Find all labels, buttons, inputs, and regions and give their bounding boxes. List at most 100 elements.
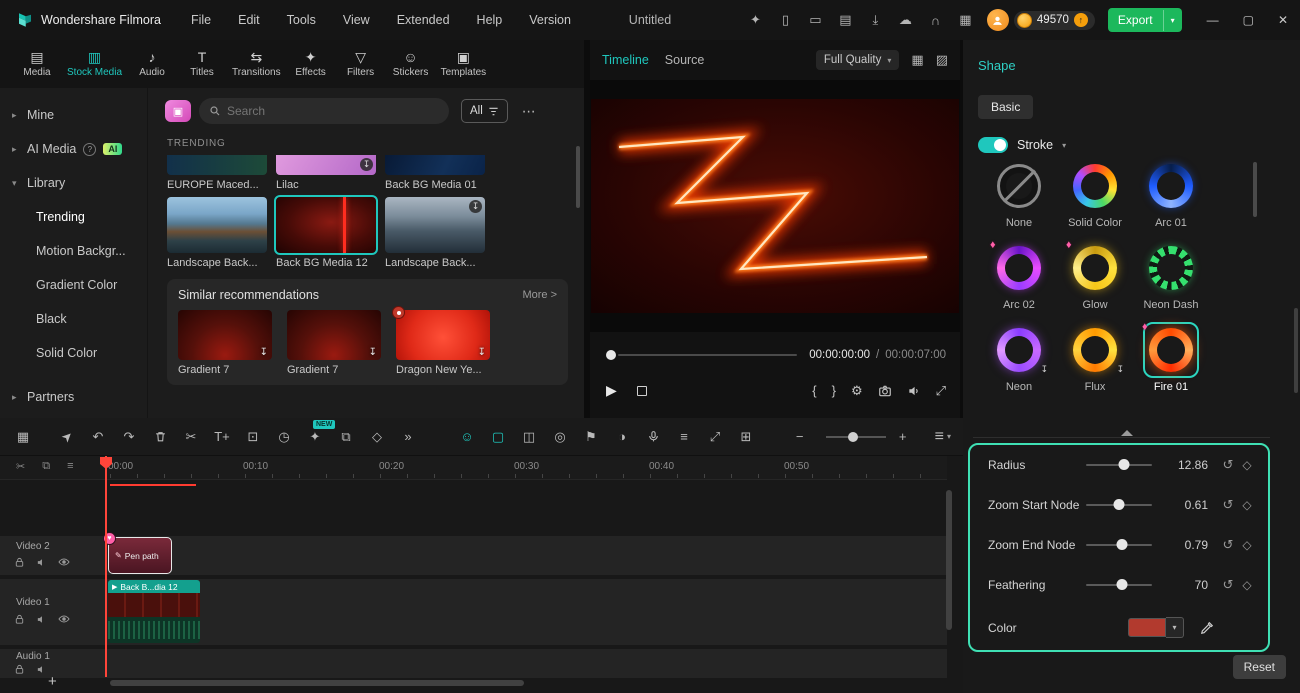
keyframe-diamond-icon[interactable]: ◇ (1238, 458, 1256, 472)
slider-knob[interactable] (1116, 579, 1128, 590)
export-button[interactable]: Export ▾ (1107, 8, 1182, 32)
tab-stock-media[interactable]: ▥ Stock Media (62, 40, 127, 88)
hide-track-icon[interactable] (58, 556, 70, 568)
preview-viewport[interactable] (590, 80, 960, 332)
track-manager-icon[interactable]: ≡ ▾ (935, 428, 951, 446)
keyboard-shortcuts-icon[interactable]: ▤ (837, 12, 854, 28)
download-icon[interactable]: ↧ (360, 158, 373, 171)
stroke-preset-solid-color[interactable]: Solid Color (1057, 158, 1133, 229)
zoom-in-icon[interactable]: + (892, 426, 914, 448)
panel-scrollbar[interactable] (1294, 308, 1298, 393)
save-project-icon[interactable]: ⤓ (867, 12, 884, 28)
screen-recorder-icon[interactable]: ▭ (807, 12, 824, 28)
stock-item-landscape-2[interactable]: ↧ Landscape Back... (385, 197, 485, 269)
transform-icon[interactable]: ⤢ (704, 426, 726, 448)
split-clip-icon[interactable]: ◫ (518, 426, 540, 448)
media-scrollbar[interactable] (576, 146, 580, 208)
topup-arrow-icon[interactable]: ↑ (1073, 13, 1088, 27)
lock-icon[interactable] (14, 557, 25, 568)
timeline-ruler[interactable]: 00:00 00:10 00:20 00:30 00:40 00:50 (0, 456, 947, 480)
download-icon[interactable]: ↧ (469, 200, 482, 213)
more-tools-icon[interactable]: » (397, 426, 419, 448)
mute-icon[interactable] (36, 614, 47, 625)
zoom-end-value[interactable]: 0.79 (1164, 538, 1208, 552)
playback-settings-icon[interactable]: ⚙ (851, 383, 863, 399)
mute-icon[interactable] (36, 557, 47, 568)
menu-version[interactable]: Version (529, 13, 571, 27)
tab-audio[interactable]: ♪ Audio (127, 40, 177, 88)
stock-item-europe[interactable]: EUROPE Maced... (167, 155, 267, 191)
similar-item-gradient7-a[interactable]: ↧ Gradient 7 (178, 310, 278, 376)
tab-titles[interactable]: T Titles (177, 40, 227, 88)
add-track-button[interactable]: + (48, 673, 57, 690)
undo-icon[interactable]: ↶ (87, 426, 109, 448)
stroke-toggle[interactable] (978, 137, 1008, 153)
playhead-knob[interactable] (606, 350, 616, 360)
audio-mixer-icon[interactable]: ≡ (673, 426, 695, 448)
scopes-icon[interactable]: ▨ (936, 52, 948, 68)
keyframe-diamond-icon[interactable]: ◇ (1238, 538, 1256, 552)
crop-icon[interactable]: ⊡ (242, 426, 264, 448)
tab-transitions[interactable]: ⇆ Transitions (227, 40, 286, 88)
slider-knob[interactable] (1113, 499, 1125, 510)
reset-property-icon[interactable]: ↺ (1218, 457, 1238, 473)
play-icon[interactable]: ▶ (606, 382, 617, 399)
emoji-reaction-icon[interactable]: ☺ (456, 426, 478, 448)
mobile-transfer-icon[interactable]: ▯ (777, 12, 794, 28)
auto-reframe-icon[interactable]: ⊞ (735, 426, 757, 448)
delete-icon[interactable] (149, 426, 171, 448)
sidebar-item-library[interactable]: ▾ Library (0, 166, 147, 200)
sidebar-item-black[interactable]: Black (0, 302, 147, 336)
quality-dropdown[interactable]: Full Quality ▾ (815, 50, 900, 70)
zoom-slider-knob[interactable] (848, 431, 859, 442)
stroke-preset-flux[interactable]: ↧ Flux (1057, 322, 1133, 393)
mark-in-icon[interactable]: { (812, 383, 816, 398)
tab-filters[interactable]: ▽ Filters (336, 40, 386, 88)
collapse-caret-icon[interactable] (1121, 430, 1133, 436)
voiceover-mic-icon[interactable] (642, 426, 664, 448)
cloud-backup-icon[interactable]: ☁ (897, 12, 914, 28)
stop-icon[interactable] (636, 385, 647, 396)
zoom-start-slider[interactable] (1086, 499, 1152, 510)
tab-effects[interactable]: ✦ Effects (286, 40, 336, 88)
keyframe-diamond-icon[interactable]: ◇ (1238, 498, 1256, 512)
reset-button[interactable]: Reset (1232, 655, 1286, 679)
zoom-start-value[interactable]: 0.61 (1164, 498, 1208, 512)
stroke-preset-none[interactable]: None (981, 158, 1057, 229)
stroke-preset-arc-01[interactable]: Arc 01 (1133, 158, 1209, 229)
tab-templates[interactable]: ▣ Templates (436, 40, 492, 88)
add-text-icon[interactable]: T+ (211, 426, 233, 448)
similar-item-dragon[interactable]: ↧ Dragon New Ye... (392, 306, 496, 376)
multi-view-icon[interactable]: ▦ (911, 52, 923, 68)
tab-source-preview[interactable]: Source (665, 53, 705, 67)
sidebar-item-gradient-color[interactable]: Gradient Color (0, 268, 147, 302)
feathering-slider[interactable] (1086, 579, 1152, 590)
mute-icon[interactable] (36, 664, 47, 675)
link-clips-icon[interactable]: ⧉ (42, 460, 50, 473)
search-input[interactable] (227, 104, 439, 118)
menu-help[interactable]: Help (477, 13, 503, 27)
menu-extended[interactable]: Extended (397, 13, 450, 27)
track-audio-1[interactable]: Audio 1 (0, 649, 947, 678)
sidebar-item-solid-color[interactable]: Solid Color (0, 336, 147, 370)
timeline-playhead[interactable] (105, 456, 107, 677)
mask-icon[interactable]: ◑ (611, 426, 633, 448)
stock-item-back-bg-01[interactable]: Back BG Media 01 (385, 155, 485, 191)
menu-tools[interactable]: Tools (287, 13, 316, 27)
export-dropdown-icon[interactable]: ▾ (1162, 9, 1182, 31)
search-box[interactable] (199, 98, 449, 124)
clip-back-bg-media-12[interactable]: ▶ Back B...dia 12 (108, 580, 200, 643)
mark-out-icon[interactable]: } (832, 383, 836, 398)
stock-item-landscape-1[interactable]: Landscape Back... (167, 197, 267, 269)
sidebar-item-motion-background[interactable]: Motion Backgr... (0, 234, 147, 268)
speed-icon[interactable]: ◷ (273, 426, 295, 448)
sidebar-item-ai-media[interactable]: ▸ AI Media? AI (0, 132, 147, 166)
volume-icon[interactable] (907, 384, 921, 398)
zoom-end-slider[interactable] (1086, 539, 1152, 550)
filter-all-button[interactable]: All (461, 99, 508, 123)
stroke-preset-glow[interactable]: ♦ Glow (1057, 239, 1133, 311)
split-at-playhead-icon[interactable]: ✂ (16, 460, 25, 473)
workspace-layout-icon[interactable]: ▦ (957, 12, 974, 28)
stroke-preset-neon[interactable]: ↧ Neon (981, 322, 1057, 393)
split-scissors-icon[interactable]: ✂ (180, 426, 202, 448)
